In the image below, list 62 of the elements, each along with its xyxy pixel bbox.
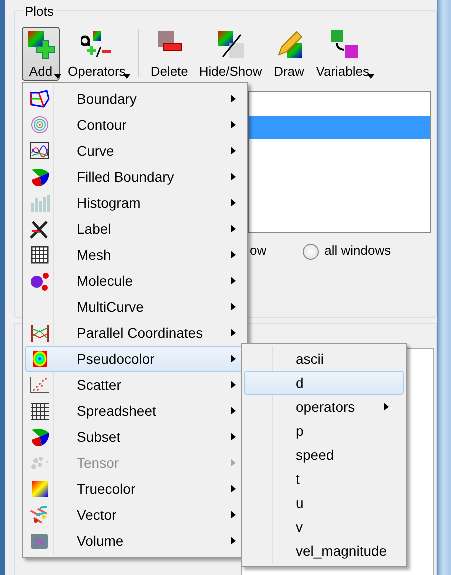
dropdown-caret-icon [54, 74, 62, 79]
submenu-arrow-icon [231, 459, 236, 467]
submenu-arrow-icon [231, 355, 236, 363]
menu-item[interactable]: speed [244, 443, 404, 467]
submenu-arrow-icon [231, 485, 236, 493]
toolbar-button[interactable]: Hide/Show [196, 27, 266, 81]
menu-item[interactable]: Subset [25, 424, 245, 450]
menu-item[interactable]: Volume [25, 528, 245, 554]
toolbar-button[interactable]: Draw [270, 27, 308, 81]
toolbar-button[interactable]: Delete [148, 27, 192, 81]
parallel-lines-icon [28, 323, 52, 343]
submenu-arrow-icon [231, 147, 236, 155]
menu-item[interactable]: Spreadsheet [25, 398, 245, 424]
submenu-arrow-icon [231, 277, 236, 285]
label-text: ow [250, 242, 267, 260]
submenu-arrow-icon [231, 433, 236, 441]
submenu-arrow-icon [231, 95, 236, 103]
menu-item[interactable]: Boundary [25, 86, 245, 112]
menu-item[interactable]: ascii [244, 347, 404, 371]
menu-item[interactable]: Scatter [25, 372, 245, 398]
histogram-icon [28, 193, 52, 213]
menu-item[interactable]: Curve [25, 138, 245, 164]
molecule-icon [28, 271, 52, 291]
menu-item[interactable]: t [244, 467, 404, 491]
submenu-arrow-icon [231, 381, 236, 389]
menu-item[interactable]: v [244, 515, 404, 539]
submenu-arrow-icon [231, 537, 236, 545]
boundary-icon [28, 89, 52, 109]
menu-item[interactable]: Molecule [25, 268, 245, 294]
submenu-arrow-icon [231, 407, 236, 415]
menu-item[interactable]: d [244, 371, 404, 395]
plus-icon [25, 29, 57, 61]
submenu-arrow-icon [231, 225, 236, 233]
radio-button[interactable]: all windows [302, 241, 392, 260]
menu-item[interactable]: Contour [25, 112, 245, 138]
menu-item[interactable]: p [244, 419, 404, 443]
submenu-arrow-icon [231, 329, 236, 337]
submenu-arrow-icon [231, 251, 236, 259]
submenu-arrow-icon [231, 511, 236, 519]
menu-item[interactable]: vel_magnitude [244, 539, 404, 563]
spreadsheet-icon [28, 401, 52, 421]
menu-item[interactable]: Filled Boundary [25, 164, 245, 190]
menu-item[interactable]: Label [25, 216, 245, 242]
submenu-arrow-icon [231, 173, 236, 181]
plot-list[interactable] [248, 91, 431, 233]
toolbar-button[interactable]: Add [22, 27, 60, 81]
submenu-arrow-icon [231, 121, 236, 129]
submenu-arrow-icon [231, 303, 236, 311]
menu-item[interactable]: operators [244, 395, 404, 419]
menu-item[interactable]: Parallel Coordinates [25, 320, 245, 346]
curve-chart-icon [28, 141, 52, 161]
scatter-icon [28, 375, 52, 395]
toolbar-button[interactable]: Variables [313, 27, 372, 81]
menu-item[interactable]: Truecolor [25, 476, 245, 502]
submenu-arrow-icon [231, 199, 236, 207]
toolbar-button[interactable]: Operators [65, 27, 129, 81]
menu-item[interactable]: Mesh [25, 242, 245, 268]
menu-item[interactable]: Vector [25, 502, 245, 528]
menu-item[interactable]: MultiCurve [25, 294, 245, 320]
menu-item[interactable]: u [244, 491, 404, 515]
menu-item[interactable]: Histogram [25, 190, 245, 216]
submenu-arrow-icon [384, 403, 389, 411]
